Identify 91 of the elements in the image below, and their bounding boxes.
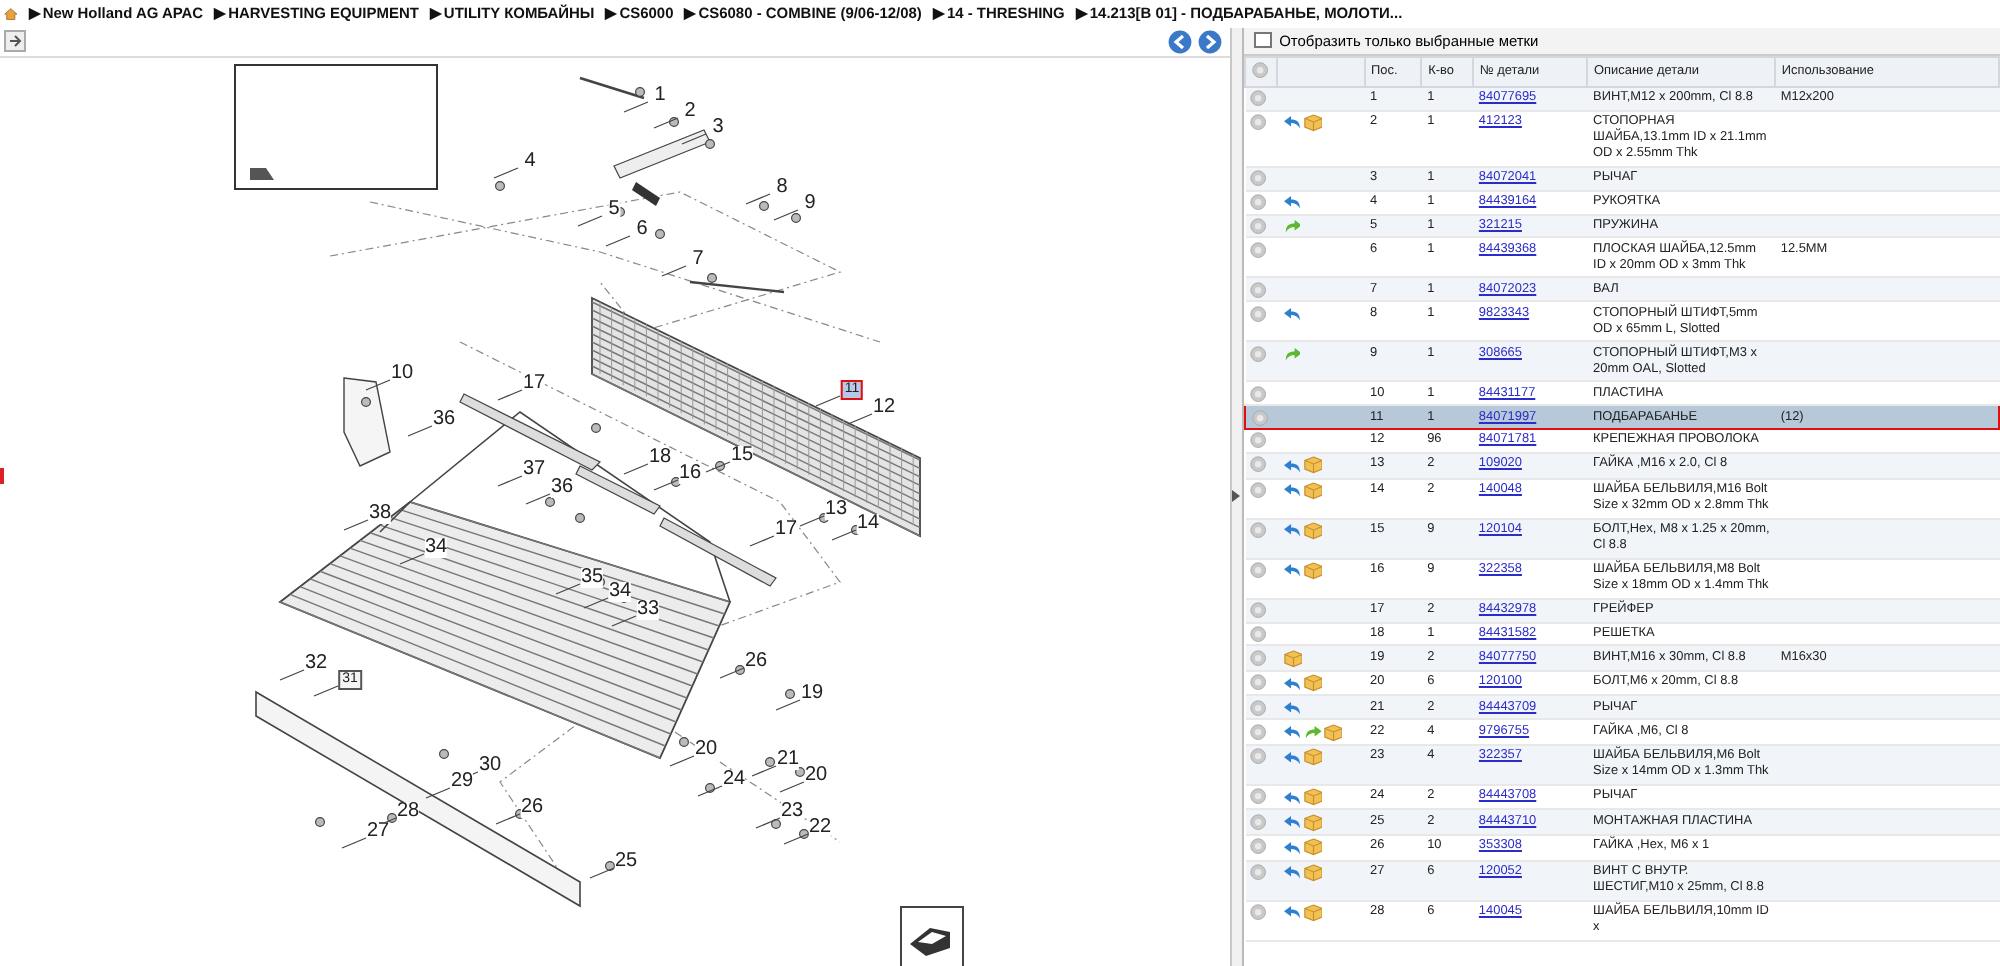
back-arrow-icon[interactable] — [1283, 814, 1301, 831]
callout-number[interactable]: 19 — [800, 683, 824, 704]
back-arrow-icon[interactable] — [1283, 904, 1301, 921]
callout-number[interactable]: 36 — [550, 477, 574, 498]
breadcrumb-link[interactable]: ▶ HARVESTING EQUIPMENT — [214, 4, 419, 23]
back-arrow-icon[interactable] — [1283, 305, 1301, 322]
callout-number[interactable]: 12 — [872, 397, 896, 418]
callout-number[interactable]: 1 — [654, 85, 666, 106]
thumbnail-icon — [248, 165, 276, 182]
callout-number[interactable]: 20 — [804, 765, 828, 786]
callout-number[interactable]: 6 — [636, 219, 648, 240]
callout-number[interactable]: 38 — [368, 503, 392, 524]
callout-number[interactable]: 16 — [678, 463, 702, 484]
back-arrow-icon[interactable] — [1283, 699, 1301, 716]
back-arrow-icon[interactable] — [1283, 457, 1301, 474]
back-arrow-icon[interactable] — [1283, 675, 1301, 692]
forward-arrow-icon[interactable] — [1303, 724, 1322, 741]
callout-number[interactable]: 27 — [366, 821, 390, 842]
back-arrow-icon[interactable] — [1283, 194, 1301, 211]
callout-number[interactable]: 5 — [608, 199, 620, 220]
callout-number[interactable]: 15 — [730, 445, 754, 466]
back-arrow-icon[interactable] — [1283, 562, 1301, 579]
callout-number[interactable]: 25 — [614, 851, 638, 872]
box-icon[interactable] — [1303, 481, 1323, 500]
next-icon[interactable] — [1198, 29, 1222, 54]
previous-icon[interactable] — [1168, 29, 1192, 54]
callout-number[interactable]: 26 — [744, 651, 768, 672]
pin-icon[interactable] — [4, 30, 26, 53]
callout-number[interactable]: 30 — [478, 755, 502, 776]
back-arrow-icon[interactable] — [1283, 522, 1301, 539]
callout-number[interactable]: 28 — [396, 801, 420, 822]
round-button[interactable] — [1250, 521, 1267, 539]
back-arrow-icon[interactable] — [1283, 789, 1301, 806]
back-arrow-icon[interactable] — [1283, 749, 1301, 766]
round-button[interactable] — [1250, 903, 1267, 921]
callout-number[interactable]: 13 — [824, 499, 848, 520]
box-icon[interactable] — [1303, 813, 1323, 832]
splitter-handle-icon[interactable] — [1232, 486, 1240, 507]
splitter-marker — [0, 467, 4, 484]
callout-number[interactable]: 23 — [780, 801, 804, 822]
callout-number[interactable]: 8 — [776, 177, 788, 198]
box-icon[interactable] — [1303, 561, 1323, 580]
navigation-button[interactable] — [900, 905, 964, 966]
breadcrumb-link[interactable]: ▶ 14.213[B 01] - ПОДБАРАБАНЬЕ, МОЛОТИ... — [1075, 4, 1403, 23]
callout-number[interactable]: 2 — [684, 101, 696, 122]
box-icon[interactable] — [1303, 748, 1323, 767]
box-icon[interactable] — [1323, 723, 1343, 742]
callout-number[interactable]: 20 — [694, 739, 718, 760]
callout-number[interactable]: 29 — [450, 771, 474, 792]
home-icon[interactable] — [4, 7, 18, 20]
forward-arrow-icon[interactable] — [1283, 345, 1301, 362]
overview-thumbnail[interactable] — [234, 63, 438, 190]
callout-number[interactable]: 7 — [692, 249, 704, 270]
box-icon[interactable] — [1283, 649, 1303, 668]
box-icon[interactable] — [1303, 788, 1323, 807]
back-arrow-icon[interactable] — [1283, 724, 1301, 741]
back-arrow-icon[interactable] — [1283, 839, 1301, 856]
filter-checkbox[interactable] — [1253, 31, 1272, 49]
callout-number[interactable]: 18 — [648, 447, 672, 468]
callout-number[interactable]: 26 — [520, 797, 544, 818]
breadcrumb-link[interactable]: ▶ CS6080 - COMBINE (9/06-12/08) — [684, 4, 922, 23]
callout-number[interactable]: 37 — [522, 459, 546, 480]
forward-arrow-icon[interactable] — [1283, 217, 1301, 235]
box-icon[interactable] — [1303, 521, 1323, 540]
callout-number[interactable]: 17 — [774, 519, 798, 540]
breadcrumb-link[interactable]: ▶ UTILITY КОМБАЙНЫ — [429, 4, 595, 23]
callout-number[interactable]: 14 — [856, 513, 880, 534]
callout-number[interactable]: 9 — [804, 193, 816, 214]
round-button[interactable] — [1250, 345, 1267, 362]
callout-number[interactable]: 21 — [776, 749, 800, 770]
callout-number[interactable]: 17 — [522, 373, 546, 394]
box-icon[interactable] — [1303, 838, 1323, 857]
callout-number[interactable]: 3 — [712, 117, 724, 138]
callout-number[interactable]: 4 — [524, 151, 536, 172]
box-icon[interactable] — [1303, 674, 1323, 693]
back-arrow-icon[interactable] — [1283, 864, 1301, 881]
box-icon[interactable] — [1303, 113, 1323, 132]
callout-number[interactable]: 24 — [722, 769, 746, 790]
breadcrumb-link[interactable]: ▶ 14 - THRESHING — [932, 4, 1065, 23]
callout-number[interactable]: 36 — [432, 409, 456, 430]
breadcrumb-link[interactable]: ▶ New Holland AG APAC — [28, 4, 204, 23]
back-arrow-icon[interactable] — [1283, 114, 1301, 131]
back-arrow-icon[interactable] — [1283, 482, 1301, 499]
breadcrumb-link[interactable]: ▶ CS6000 — [605, 4, 674, 23]
box-icon[interactable] — [1303, 903, 1323, 922]
callout-number[interactable]: 22 — [808, 817, 832, 838]
box-icon[interactable] — [1303, 456, 1323, 475]
callout-number[interactable]: 10 — [390, 363, 414, 384]
box-icon[interactable] — [1303, 863, 1323, 882]
callout-number[interactable]: 32 — [304, 653, 328, 674]
round-button[interactable] — [1250, 561, 1267, 579]
